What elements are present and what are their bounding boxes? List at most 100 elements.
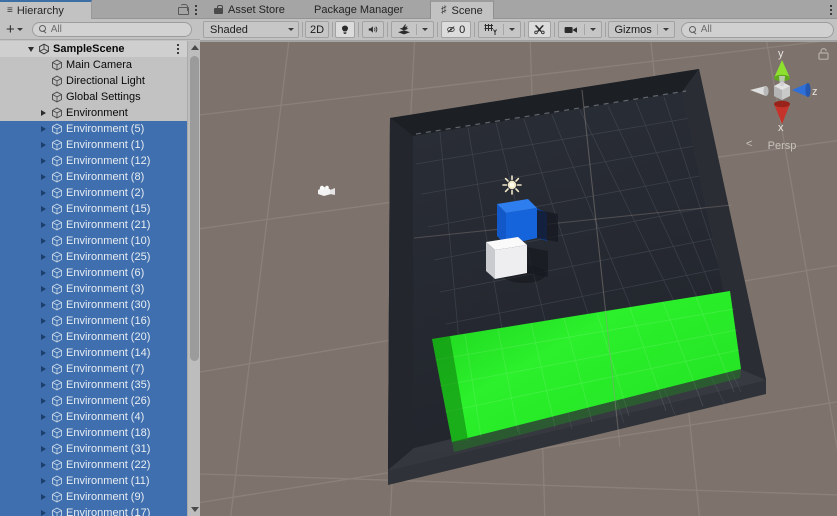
row-expand-toggle[interactable] bbox=[37, 318, 50, 324]
hierarchy-row[interactable]: Directional Light bbox=[0, 73, 200, 89]
hierarchy-row[interactable]: Environment (22) bbox=[0, 457, 200, 473]
hierarchy-row[interactable]: Environment (35) bbox=[0, 377, 200, 393]
hierarchy-row[interactable]: Environment (8) bbox=[0, 169, 200, 185]
row-expand-toggle[interactable] bbox=[37, 190, 50, 196]
hierarchy-row[interactable]: Environment (25) bbox=[0, 249, 200, 265]
kebab-menu-icon[interactable] bbox=[194, 4, 197, 15]
hierarchy-scene-row[interactable]: SampleScene bbox=[0, 41, 200, 57]
row-expand-toggle[interactable] bbox=[37, 158, 50, 164]
gizmos-group[interactable]: Gizmos bbox=[608, 21, 675, 38]
row-expand-toggle[interactable] bbox=[37, 126, 50, 132]
scene-fx-group[interactable] bbox=[391, 21, 435, 38]
hierarchy-panel: ≡ Hierarchy + All SampleScene Main Camer… bbox=[0, 0, 200, 516]
row-expand-toggle[interactable] bbox=[37, 366, 50, 372]
hierarchy-row-label: Environment (25) bbox=[66, 251, 151, 263]
hierarchy-row[interactable]: Environment (16) bbox=[0, 313, 200, 329]
hierarchy-row[interactable]: Environment (4) bbox=[0, 409, 200, 425]
scene-view-gizmo[interactable]: y z x < Persp bbox=[732, 46, 832, 154]
row-expand-toggle[interactable] bbox=[37, 254, 50, 260]
hierarchy-row[interactable]: Environment (15) bbox=[0, 201, 200, 217]
hierarchy-row[interactable]: Environment (14) bbox=[0, 345, 200, 361]
hierarchy-row[interactable]: Main Camera bbox=[0, 57, 200, 73]
row-expand-toggle[interactable] bbox=[37, 286, 50, 292]
tab-hierarchy[interactable]: ≡ Hierarchy bbox=[0, 0, 92, 19]
row-expand-toggle[interactable] bbox=[37, 334, 50, 340]
hierarchy-row[interactable]: Environment (20) bbox=[0, 329, 200, 345]
toggle-2d-button[interactable]: 2D bbox=[305, 21, 329, 38]
hierarchy-row[interactable]: Environment (21) bbox=[0, 217, 200, 233]
hierarchy-row-label: Directional Light bbox=[66, 75, 145, 87]
tab-package-manager[interactable]: Package Manager bbox=[304, 0, 413, 19]
hierarchy-row[interactable]: Environment bbox=[0, 105, 200, 121]
row-expand-toggle[interactable] bbox=[37, 382, 50, 388]
row-expand-toggle[interactable] bbox=[37, 238, 50, 244]
hierarchy-row[interactable]: Environment (1) bbox=[0, 137, 200, 153]
effects-dropdown[interactable] bbox=[417, 22, 433, 37]
row-expand-toggle[interactable] bbox=[37, 462, 50, 468]
row-expand-toggle[interactable] bbox=[37, 302, 50, 308]
toggle-lighting-button[interactable] bbox=[335, 21, 356, 38]
hierarchy-row[interactable]: Global Settings bbox=[0, 89, 200, 105]
hierarchy-row[interactable]: Environment (11) bbox=[0, 473, 200, 489]
row-expand-toggle[interactable] bbox=[37, 270, 50, 276]
grid-snap-group[interactable] bbox=[478, 21, 522, 38]
gameobject-cube-icon bbox=[50, 315, 64, 327]
scene-camera-group[interactable] bbox=[557, 21, 602, 38]
gameobject-cube-icon bbox=[50, 395, 64, 407]
draw-mode-dropdown[interactable]: Shaded bbox=[203, 21, 299, 38]
effects-toggle[interactable] bbox=[392, 22, 416, 37]
gizmos-dropdown[interactable] bbox=[658, 22, 674, 37]
hierarchy-tree[interactable]: SampleScene Main Camera Directional Light… bbox=[0, 41, 200, 516]
hierarchy-row[interactable]: Environment (26) bbox=[0, 393, 200, 409]
hierarchy-row[interactable]: Environment (30) bbox=[0, 297, 200, 313]
hierarchy-row-label: Environment (7) bbox=[66, 363, 145, 375]
row-expand-toggle[interactable] bbox=[37, 110, 50, 116]
row-expand-toggle[interactable] bbox=[37, 414, 50, 420]
hierarchy-scrollbar[interactable] bbox=[187, 41, 200, 516]
hierarchy-row[interactable]: Environment (6) bbox=[0, 265, 200, 281]
scene-expand-toggle[interactable] bbox=[24, 46, 37, 52]
gameobject-cube-icon bbox=[50, 187, 64, 199]
hierarchy-row[interactable]: Environment (9) bbox=[0, 489, 200, 505]
projection-mode-label[interactable]: Persp bbox=[732, 140, 832, 152]
grid-snap-dropdown[interactable] bbox=[504, 22, 520, 37]
scrollbar-thumb[interactable] bbox=[190, 56, 199, 361]
scene-camera-dropdown[interactable] bbox=[585, 22, 601, 37]
gizmos-toggle[interactable]: Gizmos bbox=[609, 22, 656, 37]
hierarchy-row[interactable]: Environment (5) bbox=[0, 121, 200, 137]
hierarchy-row[interactable]: Environment (31) bbox=[0, 441, 200, 457]
toggle-audio-button[interactable] bbox=[362, 21, 385, 38]
hierarchy-row[interactable]: Environment (10) bbox=[0, 233, 200, 249]
row-expand-toggle[interactable] bbox=[37, 430, 50, 436]
scene-view-lock-icon[interactable] bbox=[818, 48, 829, 60]
row-expand-toggle[interactable] bbox=[37, 478, 50, 484]
hierarchy-row[interactable]: Environment (12) bbox=[0, 153, 200, 169]
row-expand-toggle[interactable] bbox=[37, 142, 50, 148]
scene-kebab-menu-icon[interactable] bbox=[176, 43, 179, 54]
hierarchy-search-input[interactable]: All bbox=[31, 21, 192, 37]
row-expand-toggle[interactable] bbox=[37, 398, 50, 404]
row-expand-toggle[interactable] bbox=[37, 350, 50, 356]
tab-scene[interactable]: ♯ Scene bbox=[430, 0, 494, 19]
row-expand-toggle[interactable] bbox=[37, 174, 50, 180]
lock-icon[interactable] bbox=[178, 4, 189, 15]
grid-snap-toggle[interactable] bbox=[479, 22, 503, 37]
scene-search-input[interactable]: All bbox=[680, 21, 835, 38]
row-expand-toggle[interactable] bbox=[37, 206, 50, 212]
scene-viewport[interactable]: y z x < Persp bbox=[200, 42, 837, 516]
row-expand-toggle[interactable] bbox=[37, 510, 50, 516]
hidden-objects-button[interactable]: 0 bbox=[441, 21, 472, 38]
scene-camera-toggle[interactable] bbox=[559, 22, 584, 37]
hierarchy-row[interactable]: Environment (17) bbox=[0, 505, 200, 516]
create-object-button[interactable]: + bbox=[4, 21, 25, 37]
hierarchy-row[interactable]: Environment (2) bbox=[0, 185, 200, 201]
row-expand-toggle[interactable] bbox=[37, 494, 50, 500]
row-expand-toggle[interactable] bbox=[37, 222, 50, 228]
hierarchy-row[interactable]: Environment (18) bbox=[0, 425, 200, 441]
kebab-menu-icon[interactable] bbox=[829, 4, 832, 15]
hierarchy-row[interactable]: Environment (3) bbox=[0, 281, 200, 297]
row-expand-toggle[interactable] bbox=[37, 446, 50, 452]
hierarchy-row[interactable]: Environment (7) bbox=[0, 361, 200, 377]
tab-asset-store[interactable]: Asset Store bbox=[204, 0, 295, 19]
scene-tools-button[interactable] bbox=[527, 21, 551, 38]
